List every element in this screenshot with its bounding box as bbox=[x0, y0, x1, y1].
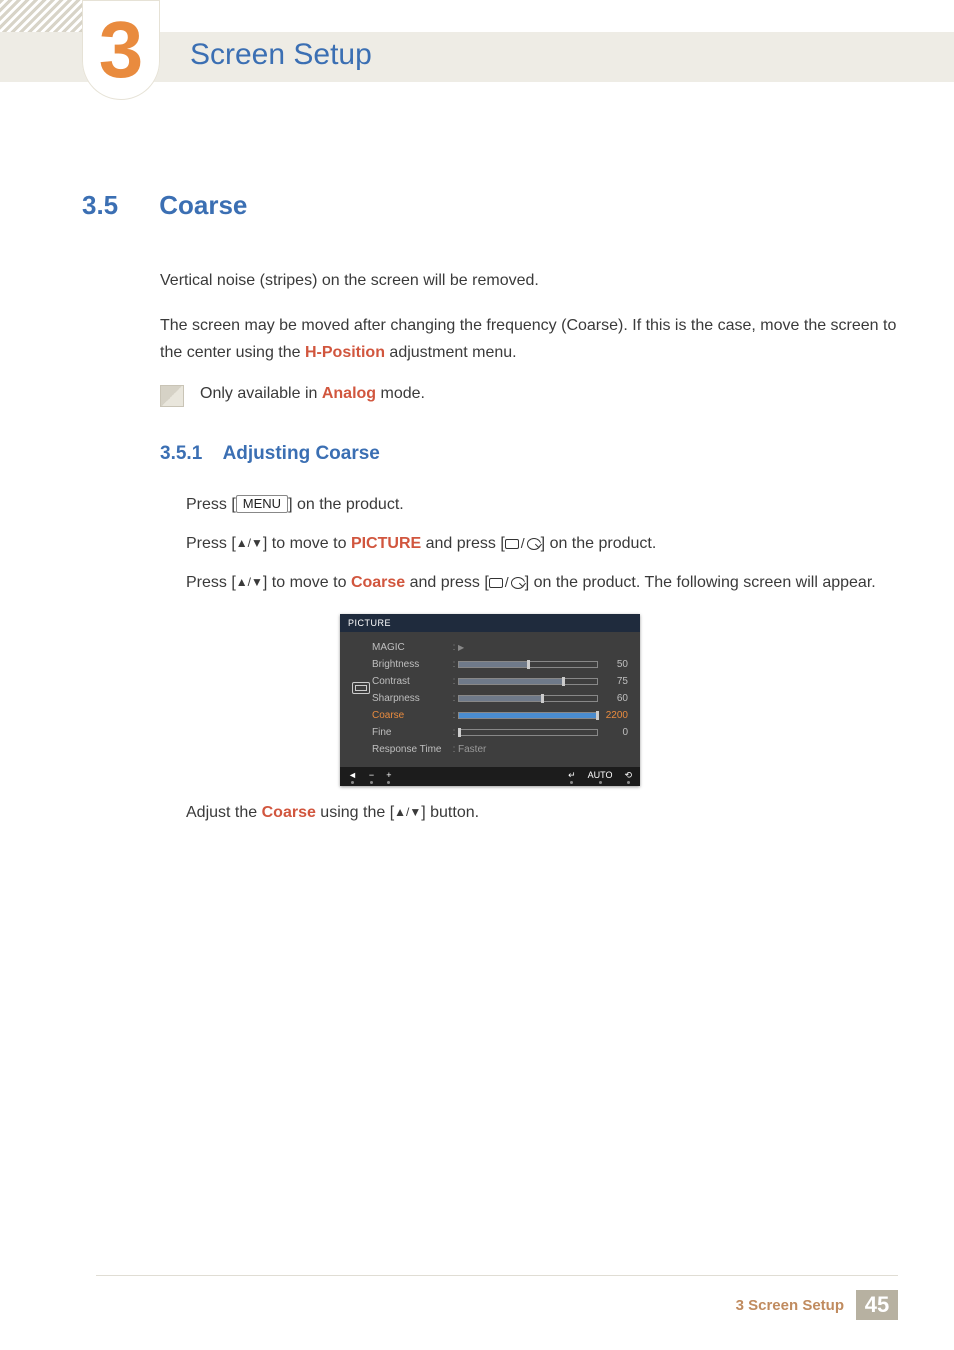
osd-row-separator: : bbox=[450, 676, 458, 687]
section-paragraph-1: Vertical noise (stripes) on the screen w… bbox=[160, 267, 898, 294]
note-row: Only available in Analog mode. bbox=[160, 385, 898, 407]
note-text-a: Only available in bbox=[200, 385, 322, 402]
adjust-instruction: Adjust the Coarse using the [▲/▼] button… bbox=[186, 804, 898, 822]
up-down-arrows-icon: ▲/▼ bbox=[236, 537, 263, 549]
chapter-title: Screen Setup bbox=[190, 38, 372, 72]
osd-bar-cell bbox=[458, 661, 598, 668]
osd-bar-cell bbox=[458, 712, 598, 719]
osd-footer: ◄ − + ↵ AUTO ⟲ bbox=[340, 767, 640, 786]
s2-b: ] to move to bbox=[263, 535, 351, 552]
step-3: Press [▲/▼] to move to Coarse and press … bbox=[186, 569, 898, 596]
osd-footer-enter-icon: ↵ bbox=[568, 771, 576, 784]
section-number: 3.5 bbox=[82, 190, 152, 221]
note-text: Only available in Analog mode. bbox=[200, 385, 425, 403]
osd-bar-cell bbox=[458, 729, 598, 736]
osd-slider-bar bbox=[458, 712, 598, 719]
s1-a: Press [ bbox=[186, 496, 236, 513]
osd-row-label: Contrast bbox=[372, 676, 450, 687]
step-2: Press [▲/▼] to move to PICTURE and press… bbox=[186, 530, 898, 557]
coarse-highlight-2: Coarse bbox=[262, 804, 316, 821]
osd-row-submenu-arrow-icon: ▶ bbox=[458, 643, 628, 652]
picture-category-icon bbox=[352, 682, 370, 694]
footer-page-number: 45 bbox=[856, 1290, 898, 1320]
osd-footer-auto-label: AUTO bbox=[588, 771, 613, 784]
osd-footer-minus-icon: − bbox=[369, 771, 374, 784]
s3-c: and press [ bbox=[405, 574, 489, 591]
adj-c: ] button. bbox=[421, 804, 479, 821]
p2-text-b: adjustment menu. bbox=[385, 344, 517, 361]
chapter-number: 3 bbox=[99, 10, 144, 90]
osd-screenshot: PICTURE MAGIC:▶Brightness:50Contrast:75S… bbox=[340, 614, 640, 786]
osd-row-separator: : bbox=[450, 727, 458, 738]
s1-b: ] on the product. bbox=[288, 496, 404, 513]
footer-chapter-text: 3 Screen Setup bbox=[736, 1297, 844, 1314]
osd-row-separator: : bbox=[450, 693, 458, 704]
page-content: 3.5 Coarse Vertical noise (stripes) on t… bbox=[82, 190, 898, 822]
osd-row-separator: : bbox=[450, 642, 458, 653]
adj-a: Adjust the bbox=[186, 804, 262, 821]
osd-row-label: Fine bbox=[372, 727, 450, 738]
footer-rule bbox=[96, 1275, 898, 1276]
enter-source-icon: / bbox=[489, 571, 525, 595]
section-title: Coarse bbox=[159, 190, 247, 220]
section-paragraph-2: The screen may be moved after changing t… bbox=[160, 312, 898, 366]
osd-row-value: 2200 bbox=[598, 710, 628, 721]
osd-footer-right: ↵ AUTO ⟲ bbox=[568, 771, 632, 784]
osd-slider-bar bbox=[458, 661, 598, 668]
osd-row-value: 75 bbox=[598, 676, 628, 687]
subsection-title: Adjusting Coarse bbox=[223, 443, 380, 464]
osd-row-separator: : bbox=[450, 710, 458, 721]
up-down-arrows-icon: ▲/▼ bbox=[394, 806, 421, 818]
osd-row-label: Response Time bbox=[372, 744, 450, 755]
osd-body: MAGIC:▶Brightness:50Contrast:75Sharpness… bbox=[340, 632, 640, 767]
adj-b: using the [ bbox=[316, 804, 394, 821]
osd-footer-back-icon: ◄ bbox=[348, 771, 357, 784]
osd-footer-left: ◄ − + bbox=[348, 771, 391, 784]
s3-b: ] to move to bbox=[263, 574, 351, 591]
analog-highlight: Analog bbox=[322, 385, 376, 402]
osd-row-separator: : bbox=[450, 659, 458, 670]
s2-d: ] on the product. bbox=[541, 535, 657, 552]
osd-row-label: Coarse bbox=[372, 710, 450, 721]
osd-footer-return-icon: ⟲ bbox=[624, 771, 632, 784]
note-icon bbox=[160, 385, 184, 407]
osd-row-label: Sharpness bbox=[372, 693, 450, 704]
section-heading: 3.5 Coarse bbox=[82, 190, 898, 221]
osd-slider-bar bbox=[458, 695, 598, 702]
subsection-heading: 3.5.1 Adjusting Coarse bbox=[160, 443, 898, 465]
page-footer: 3 Screen Setup 45 bbox=[736, 1290, 898, 1320]
s2-a: Press [ bbox=[186, 535, 236, 552]
osd-row-value: 60 bbox=[598, 693, 628, 704]
coarse-highlight: Coarse bbox=[351, 574, 405, 591]
osd-footer-plus-icon: + bbox=[386, 771, 391, 784]
s2-c: and press [ bbox=[421, 535, 505, 552]
s3-d: ] on the product. The following screen w… bbox=[525, 574, 876, 591]
note-text-b: mode. bbox=[376, 385, 425, 402]
osd-row-value: 0 bbox=[598, 727, 628, 738]
step-1: Press [MENU] on the product. bbox=[186, 491, 898, 518]
osd-slider-bar bbox=[458, 678, 598, 685]
p2-text-a: The screen may be moved after changing t… bbox=[160, 317, 896, 361]
chapter-badge: 3 bbox=[82, 0, 160, 100]
osd-row-value: 50 bbox=[598, 659, 628, 670]
osd-row-label: MAGIC bbox=[372, 642, 450, 653]
enter-source-icon: / bbox=[505, 532, 541, 556]
up-down-arrows-icon: ▲/▼ bbox=[236, 576, 263, 588]
osd-row-separator: : bbox=[450, 744, 458, 755]
osd-category-icon-cell bbox=[352, 642, 372, 694]
osd-row-label: Brightness bbox=[372, 659, 450, 670]
s3-a: Press [ bbox=[186, 574, 236, 591]
subsection-number: 3.5.1 bbox=[160, 443, 218, 465]
picture-highlight: PICTURE bbox=[351, 535, 421, 552]
osd-title: PICTURE bbox=[340, 614, 640, 632]
osd-bar-cell bbox=[458, 695, 598, 702]
osd-bar-cell bbox=[458, 678, 598, 685]
osd-row-text-value: Faster bbox=[458, 744, 628, 755]
menu-button-label: MENU bbox=[236, 495, 288, 513]
h-position-highlight: H-Position bbox=[305, 344, 385, 361]
osd-slider-bar bbox=[458, 729, 598, 736]
